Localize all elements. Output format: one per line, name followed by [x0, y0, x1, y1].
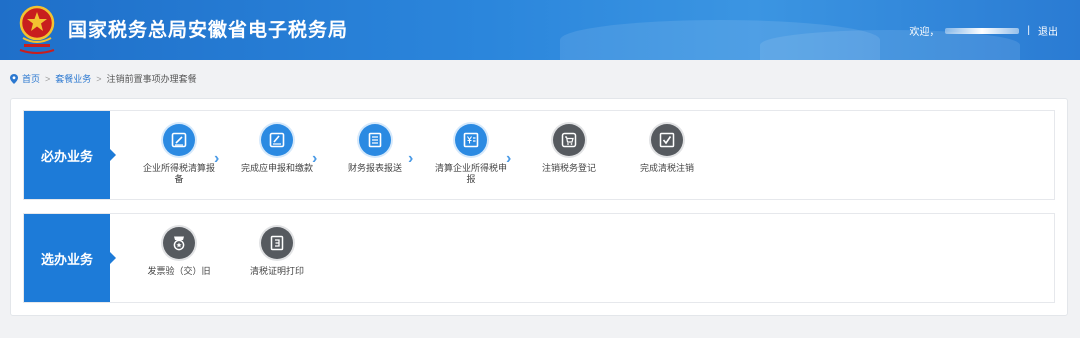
item-label: 完成应申报和缴款 [240, 163, 313, 173]
breadcrumb-current: 注销前置事项办理套餐 [106, 74, 197, 84]
optional-section-label: 选办业务 [24, 214, 116, 302]
chevron-right-icon: › [214, 150, 220, 167]
chevron-right-icon: › [312, 150, 318, 167]
user-area: 欢迎， | 退出 [909, 23, 1058, 38]
item-liquidation-income-tax-declaration[interactable]: 清算企业所得税申报 [428, 124, 514, 185]
breadcrumb-home-link[interactable]: 首页 [22, 72, 40, 85]
masked-username [945, 27, 1020, 34]
yen-form-icon [455, 124, 487, 156]
logout-link[interactable]: 退出 [1038, 23, 1058, 38]
item-label: 财务报表报送 [347, 163, 402, 173]
optional-section: 选办业务 发票验（交）旧 清税证明打印 [23, 213, 1055, 303]
chevron-right-icon: › [408, 150, 414, 167]
edit-icon [163, 124, 195, 156]
welcome-text: 欢迎， [909, 27, 940, 38]
item-enterprise-tax-clearance-filing[interactable]: 企业所得税清算报备 [136, 124, 222, 185]
edit-icon [261, 124, 293, 156]
header-bar: 国家税务总局安徽省电子税务局 欢迎， | 退出 [0, 0, 1080, 60]
item-complete-tax-clearance-cancellation[interactable]: 完成清税注销 [624, 124, 710, 174]
medal-icon [163, 227, 195, 259]
document-icon [359, 124, 391, 156]
item-label: 发票验（交）旧 [147, 266, 211, 276]
required-section: 必办业务 企业所得税清算报备 › 完成应申报和缴款 › 财务报表报送 › 清算企… [23, 110, 1055, 200]
item-invoice-verify-return[interactable]: 发票验（交）旧 [136, 227, 222, 277]
item-label: 完成清税注销 [639, 163, 694, 173]
required-section-label: 必办业务 [24, 111, 116, 199]
header-separator: | [1027, 25, 1030, 36]
checkbox-icon [651, 124, 683, 156]
tax-emblem-icon [19, 5, 55, 54]
main-panel: 必办业务 企业所得税清算报备 › 完成应申报和缴款 › 财务报表报送 › 清算企… [10, 98, 1068, 316]
breadcrumb-package-link[interactable]: 套餐业务 [55, 72, 91, 85]
location-pin-icon [10, 73, 18, 84]
item-tax-clearance-certificate-print[interactable]: 清税证明打印 [234, 227, 320, 277]
cart-icon [553, 124, 585, 156]
item-label: 企业所得税清算报备 [142, 163, 215, 184]
chevron-right-icon: › [506, 150, 512, 167]
item-label: 清税证明打印 [249, 266, 304, 276]
item-label: 清算企业所得税申报 [434, 163, 507, 184]
item-financial-statement-submission[interactable]: 财务报表报送 [332, 124, 418, 174]
item-cancel-tax-registration[interactable]: 注销税务登记 [526, 124, 612, 174]
certificate-icon [261, 227, 293, 259]
item-complete-declaration-payment[interactable]: 完成应申报和缴款 [234, 124, 320, 174]
breadcrumb-separator: > [96, 73, 102, 84]
breadcrumb-separator: > [45, 73, 51, 84]
site-title: 国家税务总局安徽省电子税务局 [68, 20, 349, 41]
breadcrumb: 首页 > 套餐业务 > 注销前置事项办理套餐 [10, 72, 197, 85]
item-label: 注销税务登记 [541, 163, 596, 173]
